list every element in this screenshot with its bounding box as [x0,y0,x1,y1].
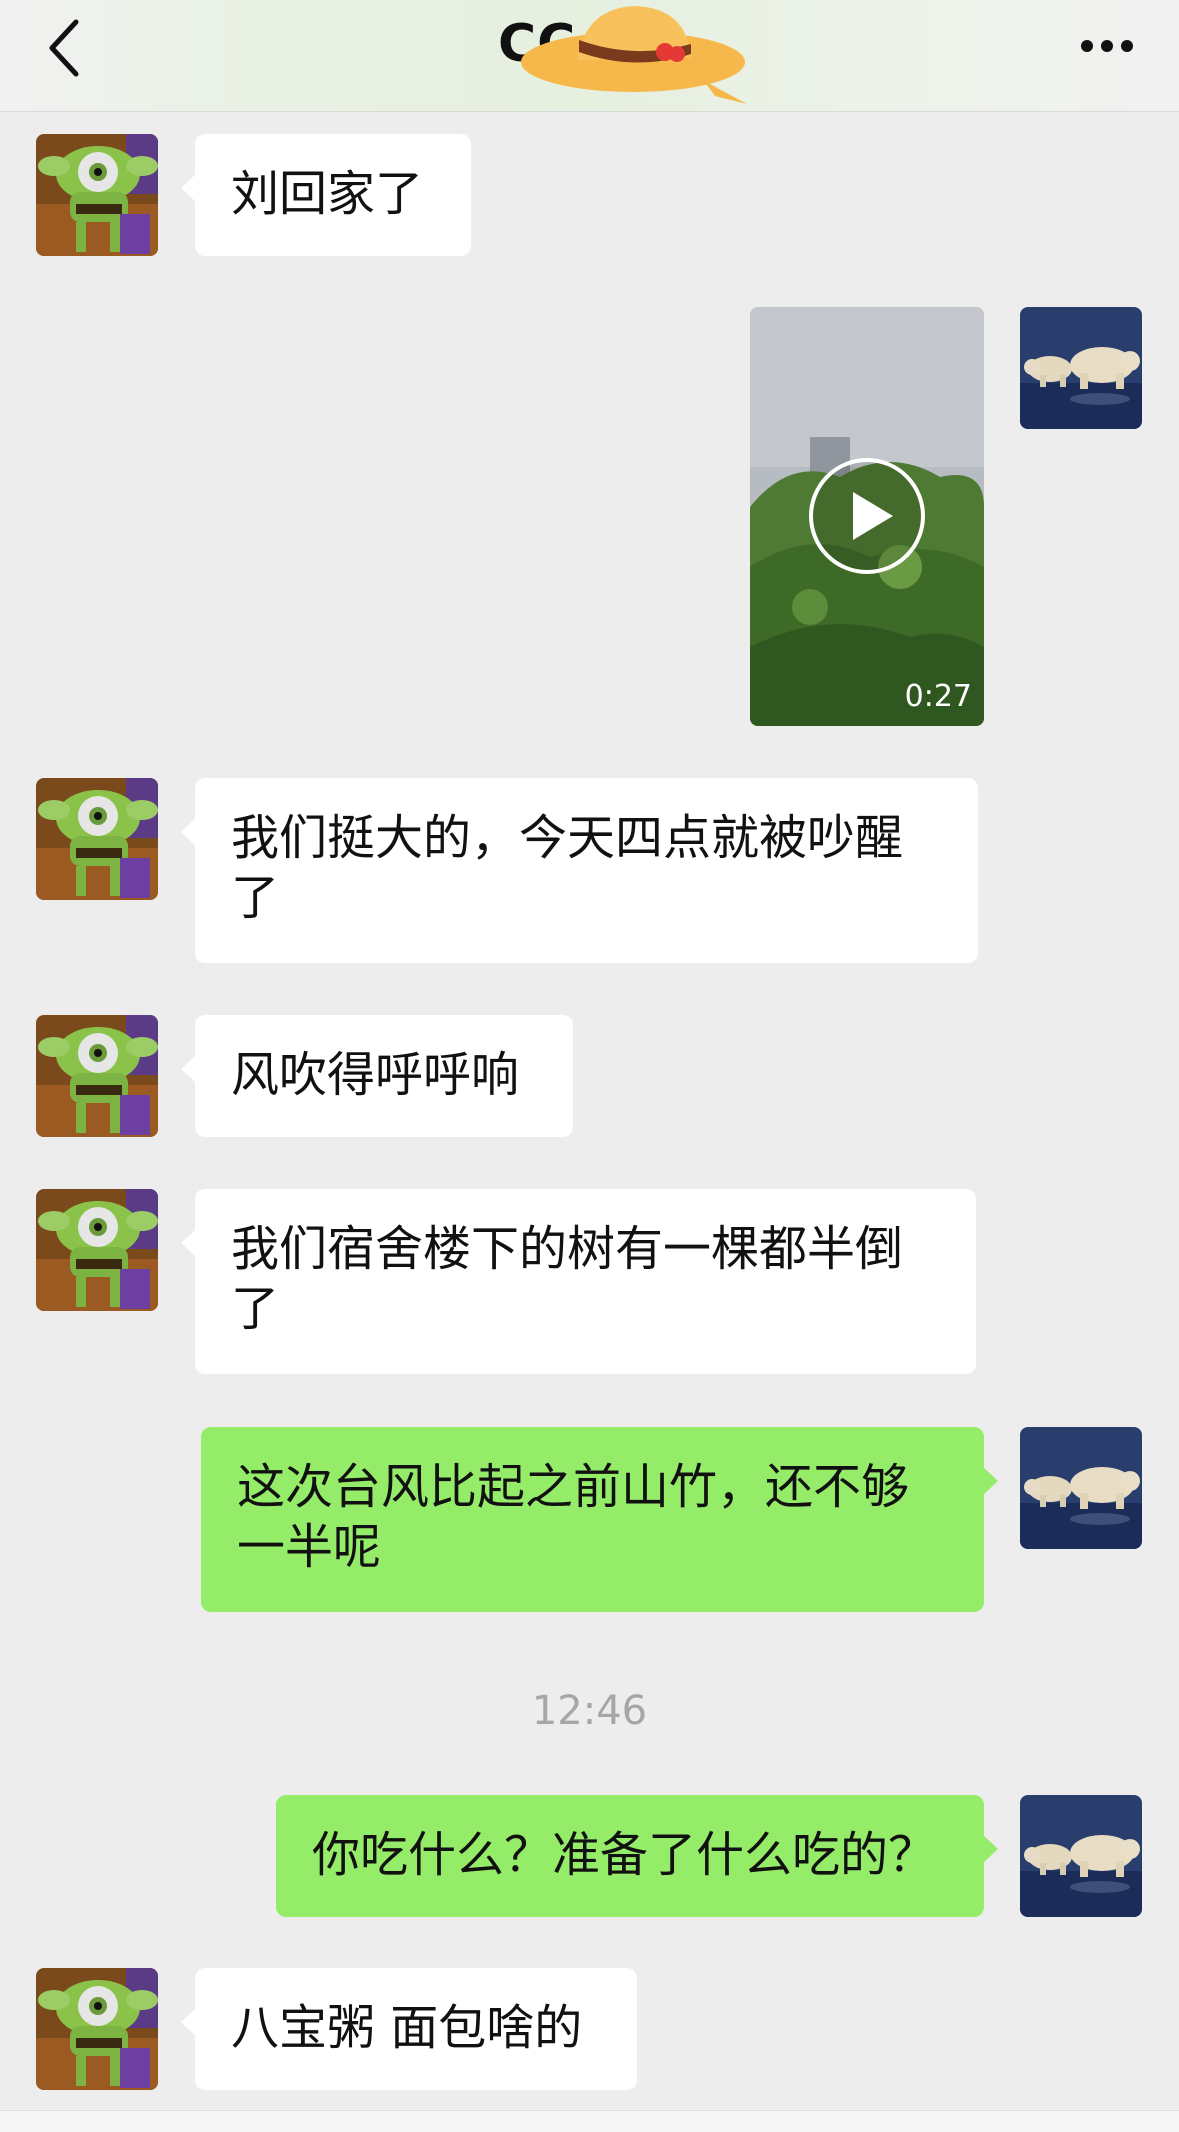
hat-sticker-icon [521,6,747,104]
self-avatar[interactable] [1020,307,1142,429]
video-duration: 0:27 [904,679,972,714]
message-bubble-self[interactable]: 这次台风比起之前山竹，还不够一半呢 [201,1427,998,1612]
message-bubble[interactable]: 风吹得呼呼响 [181,1015,573,1137]
more-options-icon[interactable] [1079,34,1135,58]
play-icon[interactable] [807,456,927,576]
message-bubble-self[interactable]: 你吃什么？准备了什么吃的？ [276,1795,998,1917]
message-bubble[interactable]: 我们挺大的，今天四点就被吵醒了 [181,778,978,963]
contact-avatar[interactable] [36,1189,158,1311]
contact-avatar[interactable] [36,1968,158,2090]
input-bar-edge [0,2110,1179,2132]
contact-avatar[interactable] [36,134,158,256]
contact-avatar[interactable] [36,1015,158,1137]
message-bubble[interactable]: 八宝粥 面包啥的 [181,1968,637,2090]
self-avatar[interactable] [1020,1795,1142,1917]
video-message[interactable]: 0:27 [750,307,984,726]
chat-timestamp: 12:46 [531,1688,648,1734]
message-bubble[interactable]: 我们宿舍楼下的树有一棵都半倒了 [181,1189,976,1374]
contact-avatar[interactable] [36,778,158,900]
message-bubble[interactable]: 刘回家了 [181,134,471,256]
chevron-left-icon[interactable] [44,18,84,78]
chat-header: CC [0,0,1179,112]
self-avatar[interactable] [1020,1427,1142,1549]
